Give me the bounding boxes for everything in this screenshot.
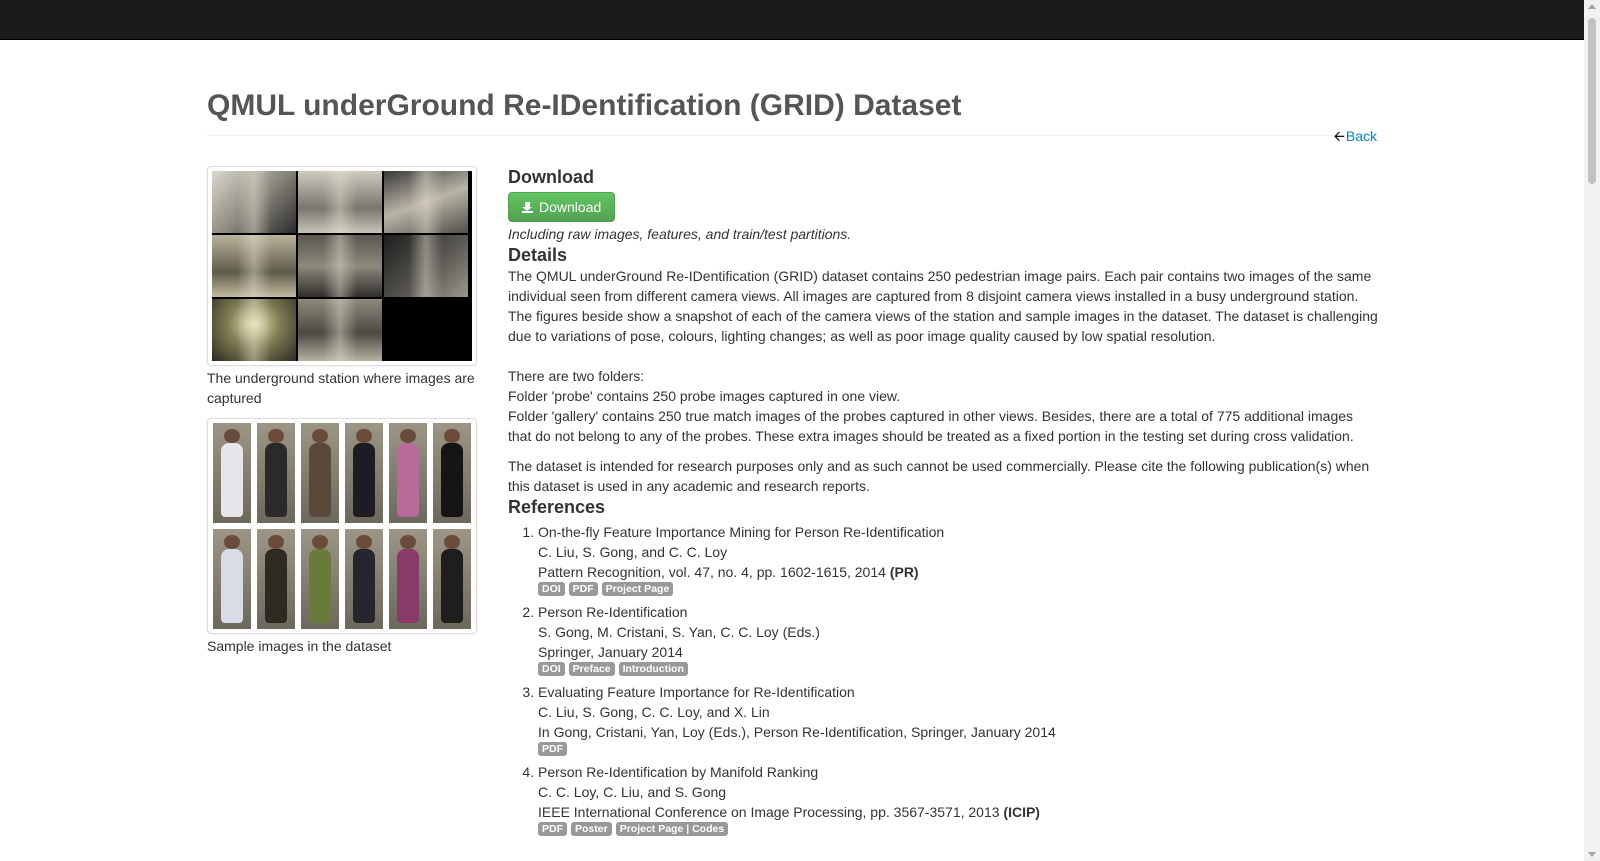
- camera-view: [212, 171, 296, 233]
- sample-person: [345, 529, 383, 629]
- folders-intro: There are two folders:: [508, 368, 645, 384]
- station-image-frame: [207, 166, 477, 366]
- page-header: QMUL underGround Re-IDentification (GRID…: [207, 86, 1377, 144]
- reference-venue-text: Pattern Recognition, vol. 47, no. 4, pp.…: [538, 564, 886, 580]
- sample-person: [389, 423, 427, 523]
- samples-caption: Sample images in the dataset: [207, 638, 392, 654]
- camera-view: [384, 171, 468, 233]
- reference-authors: C. C. Loy, C. Liu, and S. Gong: [538, 784, 727, 800]
- sample-person: [257, 529, 295, 629]
- sample-person: [345, 423, 383, 523]
- project-page-link[interactable]: Project Page: [601, 582, 674, 596]
- reference-item: On-the-fly Feature Importance Mining for…: [538, 522, 1378, 596]
- references-list: On-the-fly Feature Importance Mining for…: [508, 522, 1378, 836]
- reference-venue: IEEE International Conference on Image P…: [538, 802, 1378, 822]
- sample-person: [389, 529, 427, 629]
- scroll-down-icon[interactable]: [1588, 852, 1596, 857]
- reference-links: PDF Poster Project Page | Codes: [538, 822, 1378, 836]
- samples-image-frame: [207, 418, 477, 634]
- reference-venue: Pattern Recognition, vol. 47, no. 4, pp.…: [538, 562, 1378, 582]
- reference-links: DOI PDF Project Page: [538, 582, 1378, 596]
- sample-person: [301, 529, 339, 629]
- camera-view: [298, 299, 382, 361]
- pdf-link[interactable]: PDF: [538, 822, 567, 836]
- project-page-codes-link[interactable]: Project Page | Codes: [615, 822, 729, 836]
- pdf-link[interactable]: PDF: [538, 742, 567, 756]
- sidebar: The underground station where images are…: [207, 166, 477, 656]
- sample-person: [301, 423, 339, 523]
- reference-title: Person Re-Identification by Manifold Ran…: [538, 764, 819, 780]
- reference-item: Person Re-Identification by Manifold Ran…: [538, 762, 1378, 836]
- station-camera-views-image: [212, 171, 472, 361]
- reference-venue-abbr: (PR): [889, 564, 919, 580]
- folder-gallery-text: Folder 'gallery' contains 250 true match…: [508, 408, 1354, 444]
- reference-authors: S. Gong, M. Cristani, S. Yan, C. C. Loy …: [538, 624, 820, 640]
- sample-person: [433, 529, 471, 629]
- camera-view: [298, 171, 382, 233]
- reference-links: PDF: [538, 742, 1378, 756]
- reference-title: On-the-fly Feature Importance Mining for…: [538, 524, 945, 540]
- sample-person: [213, 423, 251, 523]
- camera-view: [212, 235, 296, 297]
- reference-title: Evaluating Feature Importance for Re-Ide…: [538, 684, 855, 700]
- camera-view: [384, 235, 468, 297]
- pdf-link[interactable]: PDF: [568, 582, 598, 596]
- camera-view: [298, 235, 382, 297]
- main-content: Download Download Including raw images, …: [508, 166, 1378, 842]
- scroll-up-icon[interactable]: [1588, 4, 1596, 9]
- reference-authors: C. Liu, S. Gong, C. C. Loy, and X. Lin: [538, 704, 770, 720]
- download-heading: Download: [508, 167, 594, 187]
- page-title: QMUL underGround Re-IDentification (GRID…: [207, 89, 962, 122]
- arrow-left-icon: 🡨: [1333, 128, 1345, 144]
- reference-title: Person Re-Identification: [538, 604, 688, 620]
- reference-venue-text: IEEE International Conference on Image P…: [538, 804, 1000, 820]
- back-link-label: Back: [1345, 128, 1377, 144]
- download-button[interactable]: Download: [508, 192, 616, 222]
- doi-link[interactable]: DOI: [538, 582, 565, 596]
- sample-person: [213, 529, 251, 629]
- reference-venue-abbr: (ICIP): [1003, 804, 1040, 820]
- details-paragraph: The QMUL underGround Re-IDentification (…: [508, 268, 1378, 344]
- camera-view: [212, 299, 296, 361]
- reference-item: Evaluating Feature Importance for Re-Ide…: [538, 682, 1378, 756]
- introduction-link[interactable]: Introduction: [618, 662, 688, 676]
- reference-authors: C. Liu, S. Gong, and C. C. Loy: [538, 544, 728, 560]
- poster-link[interactable]: Poster: [571, 822, 612, 836]
- reference-links: DOI Preface Introduction: [538, 662, 1378, 676]
- scrollbar-thumb[interactable]: [1588, 18, 1596, 184]
- reference-venue: Springer, January 2014: [538, 644, 683, 660]
- download-note: Including raw images, features, and trai…: [508, 226, 852, 242]
- doi-link[interactable]: DOI: [538, 662, 565, 676]
- references-heading: References: [508, 497, 606, 517]
- details-heading: Details: [508, 245, 568, 265]
- reference-venue: In Gong, Cristani, Yan, Loy (Eds.), Pers…: [538, 724, 1056, 740]
- sample-person: [257, 423, 295, 523]
- reference-item: Person Re-Identification S. Gong, M. Cri…: [538, 602, 1378, 676]
- usage-notice: The dataset is intended for research pur…: [508, 458, 1370, 494]
- back-link[interactable]: 🡨Back: [1334, 126, 1378, 146]
- download-button-label: Download: [539, 199, 602, 215]
- station-caption: The underground station where images are…: [207, 370, 475, 406]
- top-navbar: [0, 0, 1584, 40]
- vertical-scrollbar[interactable]: [1584, 0, 1600, 861]
- folder-probe-text: Folder 'probe' contains 250 probe images…: [508, 388, 901, 404]
- download-icon: [522, 201, 533, 213]
- sample-person: [433, 423, 471, 523]
- preface-link[interactable]: Preface: [568, 662, 615, 676]
- camera-view-empty: [384, 299, 468, 361]
- sample-pedestrian-images: [212, 423, 472, 629]
